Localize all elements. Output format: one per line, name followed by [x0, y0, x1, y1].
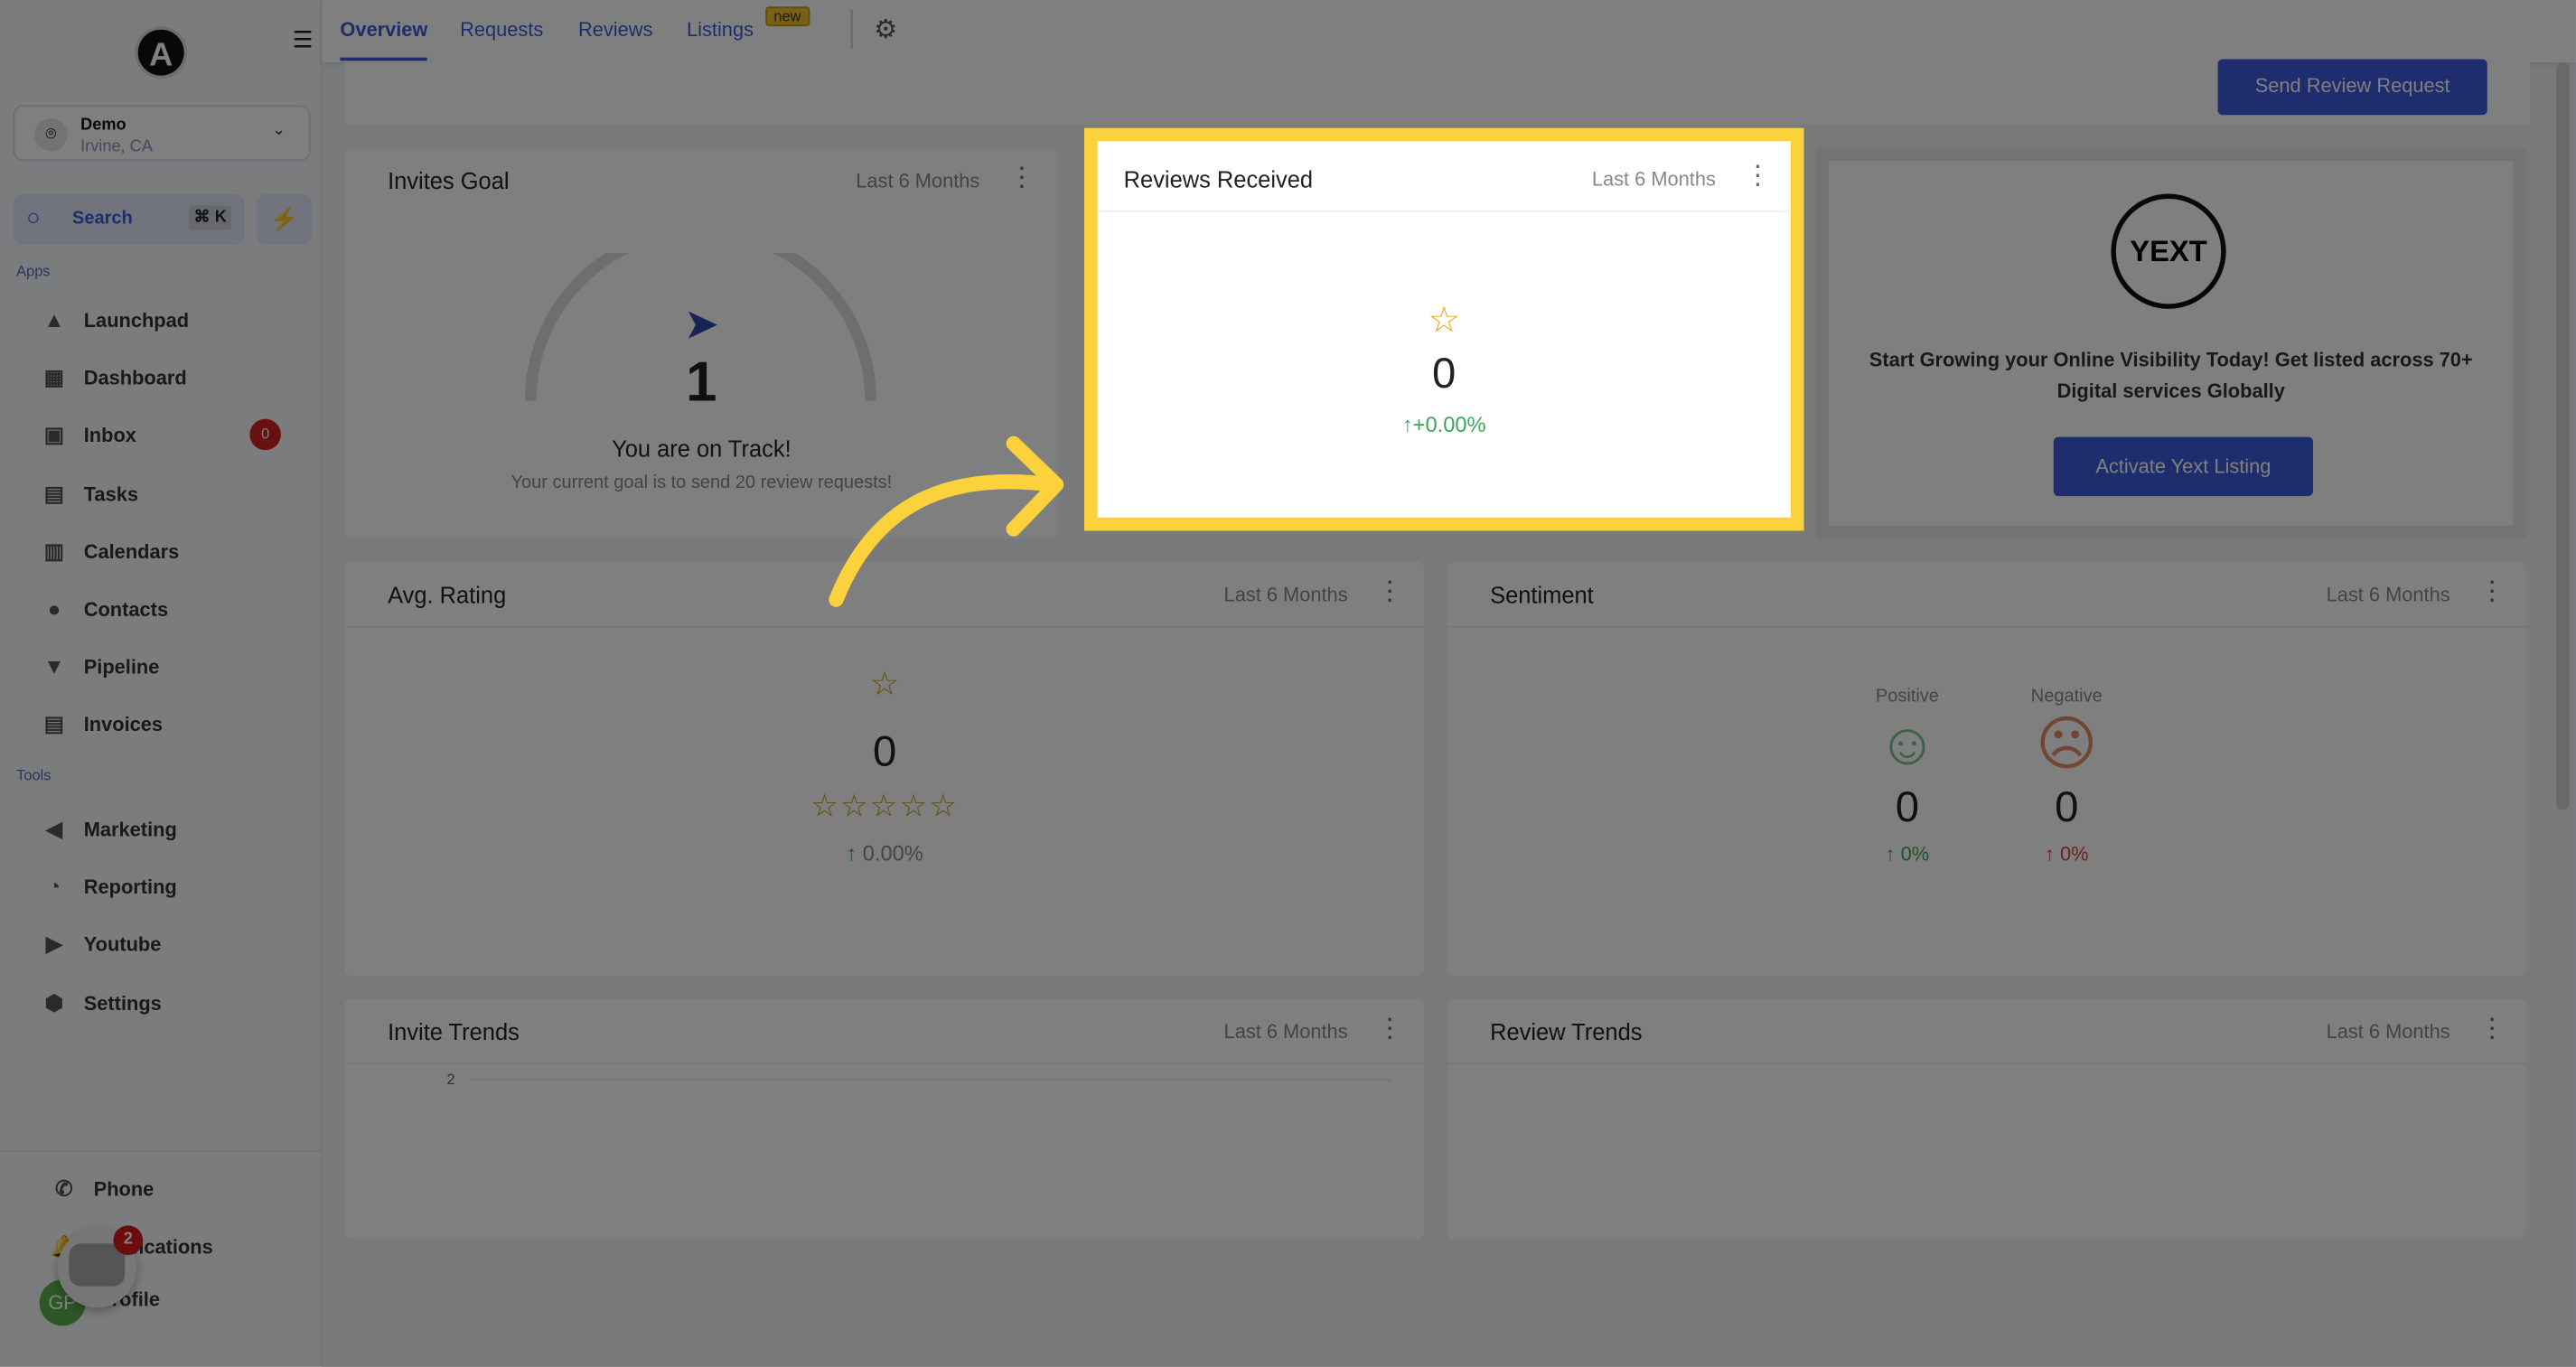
- reviews-change: ↑+0.00%: [1401, 412, 1486, 437]
- more-icon[interactable]: ⋮: [1745, 159, 1771, 192]
- divider: [1097, 210, 1791, 212]
- period-label: Last 6 Months: [1591, 167, 1716, 191]
- card-title: Reviews Received: [1123, 165, 1314, 192]
- app: A ☰ ⌾ Demo Irvine, CA ⌄ ○ Search ⌘ K ⚡ A…: [0, 0, 2576, 1367]
- pointer-arrow: [829, 435, 1064, 607]
- reviews-count: 0: [1432, 348, 1457, 398]
- star-list-icon: ☆: [1428, 298, 1461, 341]
- change-value: +0.00%: [1412, 412, 1486, 437]
- reviews-received-card: Reviews Received Last 6 Months ⋮ ☆ 0 ↑+0…: [1084, 127, 1804, 531]
